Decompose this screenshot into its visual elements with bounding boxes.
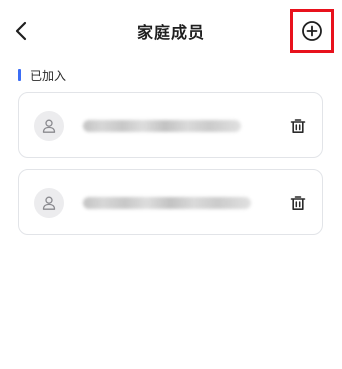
- section-accent-bar: [18, 69, 21, 81]
- avatar: [34, 188, 64, 218]
- plus-circle-icon: [302, 21, 322, 41]
- top-bar: 家庭成员: [0, 0, 342, 62]
- user-icon: [42, 119, 56, 133]
- delete-member-button[interactable]: [286, 191, 310, 215]
- joined-section-header: 已加入: [18, 67, 66, 83]
- add-member-button[interactable]: [290, 9, 334, 53]
- member-name-redacted: [83, 197, 251, 209]
- member-card[interactable]: [18, 92, 323, 158]
- member-name-redacted: [83, 120, 241, 132]
- avatar: [34, 111, 64, 141]
- family-members-page: 家庭成员 已加入: [0, 0, 342, 369]
- delete-member-button[interactable]: [286, 114, 310, 138]
- trash-icon: [290, 196, 306, 210]
- section-label: 已加入: [30, 68, 67, 83]
- member-card[interactable]: [18, 169, 323, 235]
- trash-icon: [290, 119, 306, 133]
- user-icon: [42, 196, 56, 210]
